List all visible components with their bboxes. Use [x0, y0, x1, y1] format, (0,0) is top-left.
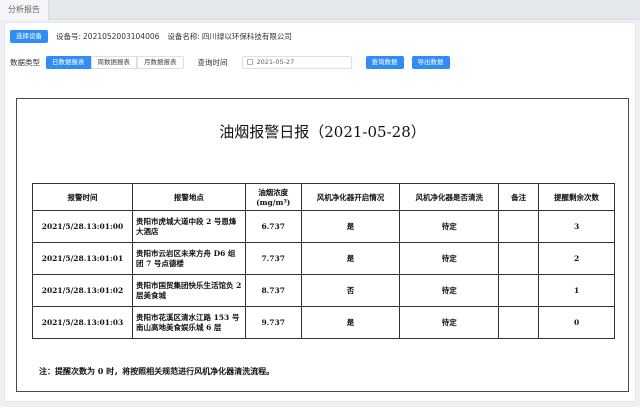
report-note: 注：提醒次数为 0 时，将按照相关规范进行风机净化器清洗流程。 — [39, 366, 275, 376]
weekly-report-button[interactable]: 周数据报表 — [90, 55, 137, 69]
header-fan-status: 风机净化器开启情况 — [300, 183, 401, 211]
cell-concentration: 7.737 — [244, 242, 302, 275]
cell-location: 贵阳市国贸集团快乐生活馆负 2 层美食城 — [131, 274, 246, 307]
cell-time: 2021/5/28.13:01:02 — [32, 274, 133, 307]
export-button[interactable]: 导出数据 — [411, 55, 450, 69]
table-row: 2021/5/28.13:01:00 贵阳市虎城大道中段 2 号恩烽大酒店 6.… — [32, 210, 615, 243]
device-no-label: 设备号: — [56, 31, 82, 41]
table-row: 2021/5/28.13:01:03 贵阳市花溪区清水江路 153 号南山高地美… — [32, 306, 615, 339]
calendar-icon — [246, 59, 253, 65]
monthly-report-button[interactable]: 月数据报表 — [137, 55, 184, 69]
cell-cleaned: 待定 — [399, 242, 500, 275]
main-panel: 选择设备 设备号: 2021052003104006 设备名称: 四川绿以环保科… — [4, 22, 636, 402]
cell-fan-status: 是 — [300, 210, 401, 243]
date-picker-input[interactable]: 2021-05-27 — [241, 55, 352, 69]
table-row: 2021/5/28.13:01:01 贵阳市云岩区未来方舟 D6 组团 7 号点… — [32, 242, 615, 275]
cell-cleaned: 待定 — [399, 306, 500, 339]
report-title: 油烟报警日报（2021-05-28） — [219, 123, 426, 141]
cell-remark — [498, 242, 540, 275]
device-info-row: 选择设备 设备号: 2021052003104006 设备名称: 四川绿以环保科… — [10, 29, 292, 43]
alarm-table: 报警时间 报警地点 油烟浓度(mg/m³) 风机净化器开启情况 风机净化器是否清… — [32, 183, 615, 339]
cell-location: 贵阳市虎城大道中段 2 号恩烽大酒店 — [131, 210, 246, 243]
cell-remark — [498, 306, 540, 339]
header-alarm-location: 报警地点 — [131, 183, 246, 211]
cell-time: 2021/5/28.13:01:00 — [32, 210, 133, 243]
header-cleaned: 风机净化器是否清洗 — [399, 183, 500, 211]
cell-concentration: 9.737 — [244, 306, 302, 339]
cell-location: 贵阳市云岩区未来方舟 D6 组团 7 号点德楼 — [131, 242, 246, 275]
report-type-group: 日数据报表 周数据报表 月数据报表 — [46, 55, 184, 69]
cell-remark — [498, 274, 540, 307]
cell-remaining: 1 — [538, 274, 615, 307]
cell-fan-status: 否 — [300, 274, 401, 307]
cell-location: 贵阳市花溪区清水江路 153 号南山高地美食娱乐城 6 层 — [131, 306, 246, 339]
cell-concentration: 6.737 — [244, 210, 302, 243]
data-type-label: 数据类型 — [10, 57, 40, 67]
filter-row: 数据类型 日数据报表 周数据报表 月数据报表 查询时间 2021-05-27 查… — [10, 55, 450, 69]
tab-analysis-report[interactable]: 分析报告 — [0, 0, 49, 20]
cell-time: 2021/5/28.13:01:01 — [32, 242, 133, 275]
device-name-value: 四川绿以环保科技有限公司 — [201, 31, 292, 41]
cell-cleaned: 待定 — [399, 210, 500, 243]
tab-bar: 分析报告 — [0, 0, 640, 20]
cell-fan-status: 是 — [300, 242, 401, 275]
query-button[interactable]: 查询数据 — [365, 55, 404, 69]
daily-report-button[interactable]: 日数据报表 — [46, 55, 91, 69]
cell-remaining: 2 — [538, 242, 615, 275]
cell-fan-status: 是 — [300, 306, 401, 339]
header-concentration: 油烟浓度(mg/m³) — [244, 183, 302, 211]
header-alarm-time: 报警时间 — [32, 183, 133, 211]
table-row: 2021/5/28.13:01:02 贵阳市国贸集团快乐生活馆负 2 层美食城 … — [32, 274, 615, 307]
cell-cleaned: 待定 — [399, 274, 500, 307]
cell-concentration: 8.737 — [244, 274, 302, 307]
header-remark: 备注 — [498, 183, 540, 211]
query-time-label: 查询时间 — [197, 57, 228, 67]
device-name-label: 设备名称: — [167, 31, 200, 41]
header-remaining: 提醒剩余次数 — [538, 183, 615, 211]
cell-remaining: 0 — [538, 306, 615, 339]
cell-remark — [498, 210, 540, 243]
cell-time: 2021/5/28.13:01:03 — [32, 306, 133, 339]
date-value: 2021-05-27 — [256, 58, 295, 66]
table-header-row: 报警时间 报警地点 油烟浓度(mg/m³) 风机净化器开启情况 风机净化器是否清… — [32, 183, 615, 211]
device-no-value: 2021052003104006 — [83, 31, 160, 41]
page: 分析报告 选择设备 设备号: 2021052003104006 设备名称: 四川… — [0, 0, 640, 407]
cell-remaining: 3 — [538, 210, 615, 243]
select-device-button[interactable]: 选择设备 — [10, 29, 48, 43]
report-sheet: 油烟报警日报（2021-05-28） 报警时间 报警地点 油烟浓度(mg/m³)… — [16, 98, 629, 392]
